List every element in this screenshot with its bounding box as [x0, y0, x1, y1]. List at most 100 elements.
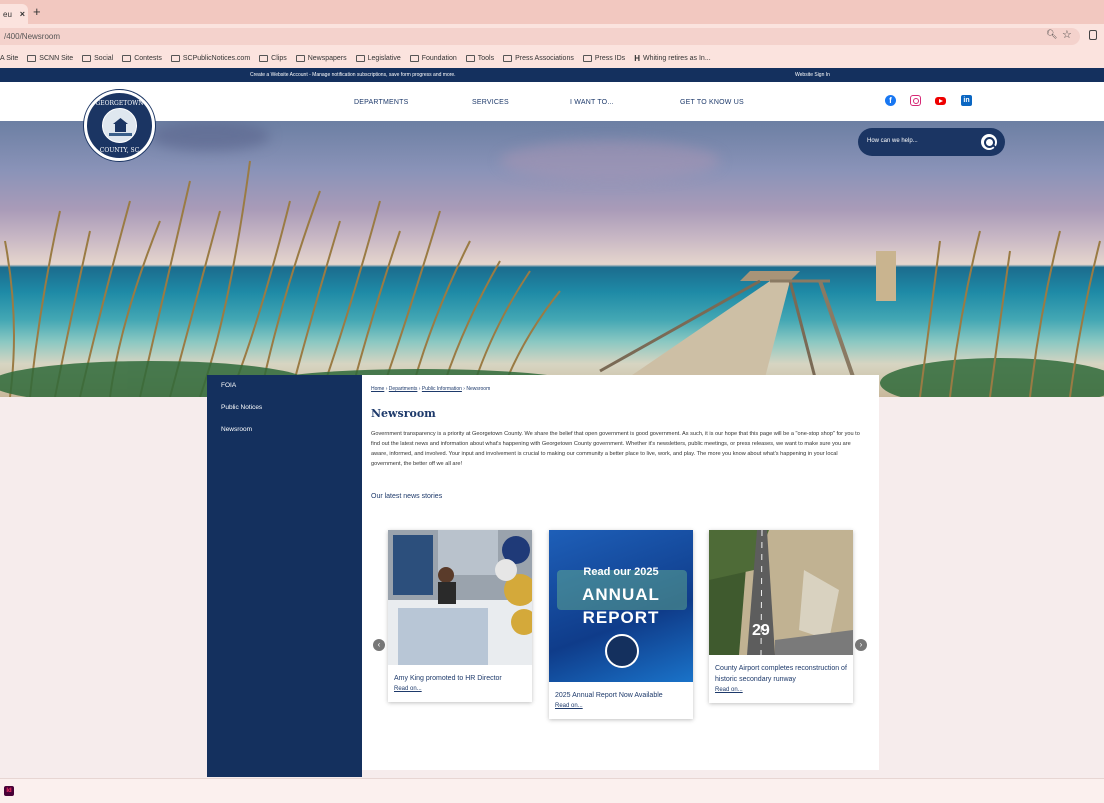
zoom-icon[interactable]: 🔍︎: [1046, 29, 1057, 40]
runway-number: 29: [752, 622, 770, 639]
folder-icon: [259, 54, 269, 62]
news-card-title[interactable]: Amy King promoted to HR Director: [388, 665, 532, 684]
news-card-image: Read our 2025 ANNUAL REPORT: [549, 530, 693, 682]
bookmark-item[interactable]: Press IDs: [582, 54, 626, 62]
annual-report-line1: Read our 2025: [583, 566, 659, 578]
bookmark-star-icon[interactable]: ☆: [1062, 28, 1072, 41]
bookmark-item[interactable]: Clips: [259, 54, 287, 62]
bookmark-label: Tools: [477, 54, 495, 62]
main-content: Home › Departments › Public Information …: [362, 375, 879, 770]
breadcrumb: Home › Departments › Public Information …: [371, 386, 491, 392]
account-notice-link[interactable]: Create a Website Account - Manage notifi…: [250, 72, 456, 78]
website-sign-in-link[interactable]: Website Sign In: [795, 72, 830, 78]
annual-report-line2: ANNUAL: [582, 585, 660, 604]
youtube-icon[interactable]: [935, 97, 946, 105]
facebook-icon[interactable]: f: [885, 95, 896, 106]
address-bar: /400/Newsroom 🔍︎ ☆: [0, 24, 1104, 48]
sidebar-item-public-notices[interactable]: Public Notices: [221, 404, 262, 411]
sidebar-nav: FOIA Public Notices Newsroom: [207, 375, 362, 777]
folder-icon: [82, 54, 92, 62]
breadcrumb-departments[interactable]: Departments: [389, 386, 418, 392]
bookmark-label: SCNN Site: [39, 54, 74, 62]
new-tab-button[interactable]: +: [33, 4, 41, 19]
bookmark-item[interactable]: SCNN Site: [27, 54, 74, 62]
bookmark-label: SCPublicNotices.com: [182, 54, 251, 62]
sidebar-item-newsroom[interactable]: Newsroom: [221, 426, 252, 433]
news-card-title[interactable]: County Airport completes reconstruction …: [709, 655, 853, 685]
bookmark-item[interactable]: Social: [82, 54, 114, 62]
bookmark-label: Whiting retires as In...: [642, 54, 711, 62]
linkedin-icon[interactable]: in: [961, 95, 972, 106]
folder-icon: [295, 54, 305, 62]
nav-departments[interactable]: DEPARTMENTS: [354, 99, 408, 106]
latest-news-heading: Our latest news stories: [371, 493, 443, 500]
news-card-image: [388, 530, 532, 665]
os-taskbar: Id: [0, 778, 1104, 803]
bookmark-item[interactable]: SCPublicNotices.com: [170, 54, 251, 62]
url-field[interactable]: /400/Newsroom: [0, 28, 1080, 45]
bookmark-label: Clips: [271, 54, 287, 62]
nav-services[interactable]: SERVICES: [472, 99, 509, 106]
bookmark-label: Press Associations: [515, 54, 574, 62]
bookmark-item[interactable]: Contests: [122, 54, 162, 62]
search-input[interactable]: How can we help...: [867, 138, 918, 144]
bookmark-item[interactable]: Legislative: [355, 54, 401, 62]
breadcrumb-public-information[interactable]: Public Information: [422, 386, 462, 392]
read-on-link[interactable]: Read on...: [549, 701, 693, 719]
folder-icon: [122, 54, 132, 62]
seal-top-text: GEORGETOWN: [95, 100, 144, 107]
bookmark-label: Newspapers: [307, 54, 347, 62]
news-card[interactable]: Amy King promoted to HR Director Read on…: [388, 530, 532, 702]
bookmark-item[interactable]: Tools: [465, 54, 495, 62]
seal-emblem: [102, 108, 137, 143]
intro-paragraph: Government transparency is a priority at…: [371, 431, 860, 467]
folder-icon: [355, 54, 365, 62]
breadcrumb-current: Newsroom: [466, 386, 491, 392]
bookmark-item[interactable]: H Whiting retires as In...: [634, 54, 710, 63]
seal-bottom-text: COUNTY, SC: [99, 147, 140, 154]
news-card-image: 29: [709, 530, 853, 655]
folder-icon: [27, 54, 37, 62]
bookmark-label: Legislative: [367, 54, 401, 62]
folder-icon: [170, 54, 180, 62]
bookmark-item[interactable]: Foundation: [409, 54, 457, 62]
browser-tab[interactable]: eu ×: [0, 4, 28, 24]
news-card-title[interactable]: 2025 Annual Report Now Available: [549, 682, 693, 701]
site-favicon-icon: H: [634, 53, 640, 63]
carousel-prev-arrow-icon[interactable]: ‹: [373, 639, 385, 651]
sidebar-item-foia[interactable]: FOIA: [221, 382, 236, 389]
side-panel-icon[interactable]: [1089, 30, 1097, 40]
tab-label: eu: [3, 9, 12, 19]
close-tab-icon[interactable]: ×: [20, 9, 25, 19]
indesign-app-icon[interactable]: Id: [4, 786, 14, 796]
bookmark-label: Press IDs: [594, 54, 626, 62]
page-title: Newsroom: [371, 407, 436, 420]
read-on-link[interactable]: Read on...: [388, 684, 532, 702]
news-card[interactable]: 29 County Airport completes reconstructi…: [709, 530, 853, 703]
read-on-link[interactable]: Read on...: [709, 685, 853, 703]
bookmark-label: Social: [94, 54, 114, 62]
folder-icon: [503, 54, 513, 62]
bookmark-label: Contests: [134, 54, 162, 62]
instagram-icon[interactable]: [910, 95, 921, 106]
county-seal-logo[interactable]: GEORGETOWN COUNTY, SC: [84, 90, 155, 161]
breadcrumb-home[interactable]: Home: [371, 386, 384, 392]
nav-i-want-to[interactable]: I WANT TO...: [570, 99, 614, 106]
browser-tab-strip: eu × +: [0, 0, 1104, 24]
folder-icon: [465, 54, 475, 62]
search-icon[interactable]: [981, 134, 997, 150]
bookmarks-bar: A Site SCNN Site Social Contests SCPubli…: [0, 48, 1104, 68]
hero-banner-image: [0, 121, 1104, 397]
bookmark-label: Foundation: [421, 54, 457, 62]
folder-icon: [409, 54, 419, 62]
nav-get-to-know-us[interactable]: GET TO KNOW US: [680, 99, 744, 106]
news-card[interactable]: Read our 2025 ANNUAL REPORT 2025 Annual …: [549, 530, 693, 719]
carousel-next-arrow-icon[interactable]: ›: [855, 639, 867, 651]
bookmark-item[interactable]: Newspapers: [295, 54, 347, 62]
account-notice-bar: Create a Website Account - Manage notifi…: [0, 68, 1104, 82]
site-search-bar[interactable]: How can we help...: [858, 128, 1005, 156]
bookmark-item[interactable]: Press Associations: [503, 54, 574, 62]
annual-report-line3: REPORT: [582, 608, 660, 627]
county-seal-icon: [605, 634, 639, 668]
bookmark-item[interactable]: A Site: [0, 55, 18, 62]
